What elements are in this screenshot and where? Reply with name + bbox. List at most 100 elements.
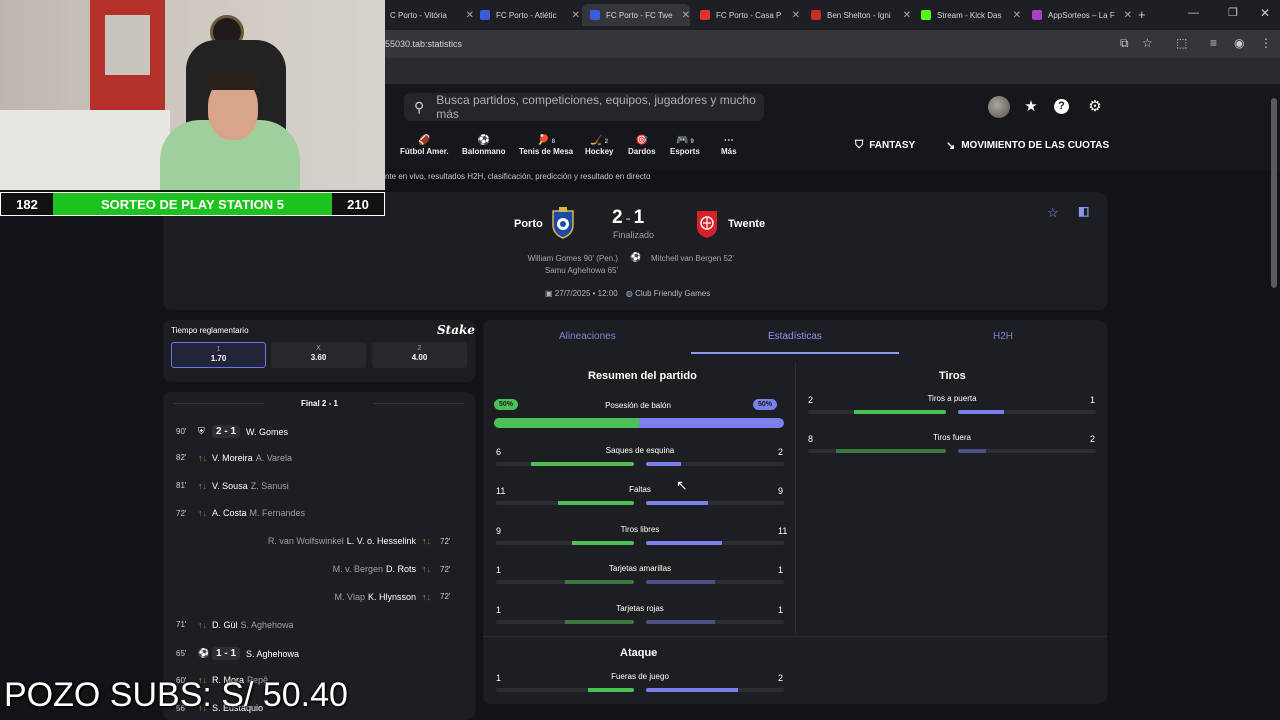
sport-item[interactable]: 🏓 8 Tenis de Mesa (519, 135, 573, 156)
home-stat-value: 1 (496, 673, 502, 683)
odds-button-x[interactable]: X 3.60 (271, 342, 366, 368)
event-player-out[interactable]: A. Varela (256, 453, 292, 463)
favorite-match-icon[interactable]: ☆ (1047, 205, 1059, 221)
event-player-out[interactable]: S. Aghehowa (241, 620, 294, 630)
browser-tab[interactable]: FC Porto - Casa P ✕ (692, 4, 800, 26)
compare-icon[interactable]: ◧ (1078, 204, 1089, 218)
home-stat-value: 9 (496, 526, 502, 536)
event-row: 71' ↑↓ D. Gül S. Aghehowa (176, 620, 294, 630)
stat-label: Faltas (629, 485, 651, 494)
event-player-out[interactable]: M. Vlap (334, 592, 365, 602)
event-player[interactable]: S. Aghehowa (246, 649, 299, 659)
mouse-cursor-icon: ↖ (676, 477, 688, 493)
sport-item[interactable]: 🏒 2 Hockey (585, 135, 613, 156)
stat-label: Tiros libres (620, 525, 660, 534)
sport-item[interactable]: ⋯ Más (721, 135, 737, 156)
home-stat-fill (571, 541, 634, 545)
sport-label: Esports (670, 147, 700, 156)
bookmark-star-icon[interactable]: ☆ (1142, 36, 1153, 50)
event-player[interactable]: L. V. o. Hesselink (347, 536, 416, 546)
settings-gear-icon[interactable]: ⚙ (1086, 98, 1104, 116)
sport-item[interactable]: 🎯 Dardos (628, 135, 656, 156)
browser-tab[interactable]: FC Porto - Atlétic ✕ (472, 4, 580, 26)
stat-label: Saques de esquina (605, 446, 675, 455)
tab-close-icon[interactable]: ✕ (792, 10, 800, 21)
tab-statistics[interactable]: Estadísticas (768, 331, 822, 342)
media-icon[interactable]: ≡ (1210, 36, 1217, 50)
tab-close-icon[interactable]: ✕ (1013, 10, 1021, 21)
home-stat-fill (565, 580, 634, 584)
sport-label: Tenis de Mesa (519, 147, 574, 156)
tab-close-icon[interactable]: ✕ (1124, 10, 1132, 21)
home-stat-value: 6 (496, 447, 502, 457)
browser-tab[interactable]: AppSorteos – La F ✕ (1024, 4, 1132, 26)
cast-icon[interactable]: ⧉ (1120, 36, 1129, 51)
sport-item[interactable]: 🏈 Fútbol Amer. (400, 135, 449, 156)
stake-logo[interactable]: Stake (437, 323, 475, 337)
home-possession-fill (494, 418, 639, 428)
stat-label: Tarjetas amarillas (608, 564, 672, 573)
tab-lineups[interactable]: Alineaciones (559, 331, 616, 342)
away-team-name[interactable]: Twente (728, 218, 765, 230)
twente-crest-icon (697, 211, 717, 238)
event-player-out[interactable]: M. Fernandes (250, 508, 306, 518)
event-player[interactable]: V. Sousa (212, 481, 248, 491)
fantasy-link[interactable]: ⛉ FANTASY (855, 139, 915, 152)
away-stat-fill (958, 410, 1004, 414)
event-player[interactable]: A. Costa (212, 508, 247, 518)
browser-menu-icon[interactable]: ⋮ (1260, 36, 1272, 50)
away-stat-bar (646, 501, 784, 505)
sub-icon: ↑↓ (422, 591, 431, 602)
avatar[interactable] (988, 96, 1010, 118)
browser-tab[interactable]: FC Porto - FC Twe ✕ (582, 4, 690, 26)
event-player[interactable]: K. Hlynsson (368, 592, 416, 602)
event-player-out[interactable]: R. van Wolfswinkel (268, 536, 344, 546)
home-stat-bar (496, 620, 634, 624)
favorites-star-icon[interactable]: ★ (1022, 98, 1040, 116)
odds-movement-link[interactable]: ↘ MOVIMIENTO DE LAS CUOTAS (946, 139, 1109, 152)
url-text[interactable]: 55030.tab:statistics (385, 39, 462, 49)
event-player-out[interactable]: M. v. Bergen (333, 564, 383, 574)
away-stat-fill (646, 501, 709, 505)
summary-title: Resumen del partido (588, 370, 697, 382)
home-stat-bar (496, 580, 634, 584)
tab-favicon-icon (921, 10, 931, 20)
browser-tab[interactable]: Stream - Kick Das ✕ (913, 4, 1021, 26)
tab-title: AppSorteos – La F (1048, 10, 1115, 20)
sub-icon: ↑↓ (198, 452, 207, 463)
event-row: M. v. Bergen D. Rots ↑↓ 72' (333, 564, 462, 574)
away-stat-value: 1 (1090, 395, 1096, 405)
tab-close-icon[interactable]: ✕ (682, 10, 690, 21)
tab-favicon-icon (700, 10, 710, 20)
tab-close-icon[interactable]: ✕ (903, 10, 911, 21)
close-window-icon[interactable]: ✕ (1260, 6, 1270, 20)
event-row: 81' ↑↓ V. Sousa Z. Sanusi (176, 481, 289, 491)
browser-tab[interactable]: Ben Shelton - Igni ✕ (803, 4, 911, 26)
tab-h2h[interactable]: H2H (993, 331, 1013, 342)
sport-item[interactable]: 🎮 9 Esports (670, 135, 700, 156)
away-stat-fill (646, 462, 681, 466)
search-input[interactable]: ⚲ Busca partidos, competiciones, equipos… (404, 93, 764, 121)
new-tab-button[interactable]: + (1138, 7, 1146, 22)
event-player[interactable]: D. Rots (386, 564, 416, 574)
bed (0, 110, 170, 190)
event-player[interactable]: V. Moreira (212, 453, 253, 463)
scrollbar[interactable] (1271, 98, 1277, 288)
odds-button-1[interactable]: 1 1.70 (171, 342, 266, 368)
odds-value: 1.70 (210, 354, 227, 363)
help-icon[interactable]: ? (1054, 99, 1069, 114)
event-player[interactable]: D. Gül (212, 620, 238, 630)
home-stat-fill (853, 410, 946, 414)
profile-icon[interactable]: ◉ (1234, 36, 1244, 50)
tab-close-icon[interactable]: ✕ (572, 10, 580, 21)
extensions-icon[interactable]: ⬚ (1176, 36, 1187, 50)
minimize-icon[interactable]: — (1188, 7, 1199, 19)
home-team-name[interactable]: Porto (514, 218, 543, 230)
restore-icon[interactable]: ❐ (1228, 6, 1238, 19)
event-player[interactable]: W. Gomes (246, 427, 288, 437)
event-player-out[interactable]: Z. Sanusi (251, 481, 289, 491)
odds-button-2[interactable]: 2 4.00 (372, 342, 467, 368)
home-possession-pill: 50% (494, 399, 519, 410)
sport-item[interactable]: ⚽ Balonmano (462, 135, 506, 156)
divider (374, 403, 464, 404)
